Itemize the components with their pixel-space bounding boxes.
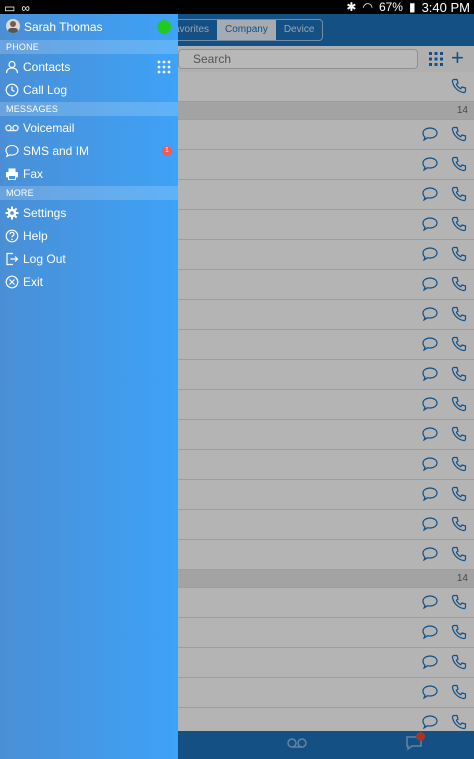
drawer-item-label: Settings: [23, 206, 67, 220]
voicemail-icon: [5, 124, 19, 132]
cast-icon: ▭: [4, 1, 16, 15]
clock: 3:40 PM: [421, 0, 470, 15]
chat-bubble-icon: [5, 144, 19, 158]
drawer-item-fax[interactable]: Fax: [0, 163, 178, 185]
gear-icon: [5, 206, 19, 220]
drawer-item-label: Fax: [23, 167, 44, 181]
drawer-item-help[interactable]: Help: [0, 225, 178, 247]
help-icon: [5, 229, 19, 243]
drawer-item-log-out[interactable]: Log Out: [0, 248, 178, 270]
clock-icon: [5, 83, 19, 97]
drawer-item-exit[interactable]: Exit: [0, 271, 178, 293]
dialpad-icon[interactable]: [157, 60, 171, 74]
section-messages: MESSAGES: [0, 102, 178, 116]
section-more: MORE: [0, 186, 178, 200]
navigation-drawer: Sarah Thomas PHONE Contacts Call Log MES…: [0, 14, 178, 759]
wifi-icon: ◠: [362, 0, 373, 14]
drawer-item-label: SMS and IM: [23, 144, 90, 158]
user-header[interactable]: Sarah Thomas: [0, 14, 178, 40]
drawer-item-label: Exit: [23, 275, 44, 289]
drawer-item-label: Help: [23, 229, 48, 243]
drawer-item-label: Voicemail: [23, 121, 75, 135]
drawer-item-settings[interactable]: Settings: [0, 202, 178, 224]
drawer-item-label: Call Log: [23, 83, 68, 97]
person-icon: [5, 60, 19, 74]
status-bar: ▭ ∞ ✱ ◠ 67% ▮ 3:40 PM: [0, 0, 474, 15]
battery-icon: ▮: [408, 0, 416, 14]
close-circle-icon: [5, 275, 19, 289]
unread-badge: 1: [162, 146, 172, 156]
battery-level: 67%: [378, 0, 403, 14]
drawer-item-sms-im[interactable]: SMS and IM 1: [0, 140, 178, 162]
avatar: [6, 19, 20, 33]
bluetooth-icon: ✱: [346, 0, 357, 14]
drawer-item-label: Contacts: [23, 60, 71, 74]
voicemail-notification-icon: ∞: [21, 1, 30, 15]
presence-status-icon[interactable]: [157, 20, 171, 34]
drawer-item-contacts[interactable]: Contacts: [0, 56, 178, 78]
drawer-item-voicemail[interactable]: Voicemail: [0, 117, 178, 139]
logout-icon: [6, 252, 19, 266]
drawer-item-label: Log Out: [23, 252, 66, 266]
section-phone: PHONE: [0, 40, 178, 54]
user-name: Sarah Thomas: [24, 20, 103, 34]
drawer-item-call-log[interactable]: Call Log: [0, 79, 178, 101]
printer-icon: [6, 168, 18, 180]
